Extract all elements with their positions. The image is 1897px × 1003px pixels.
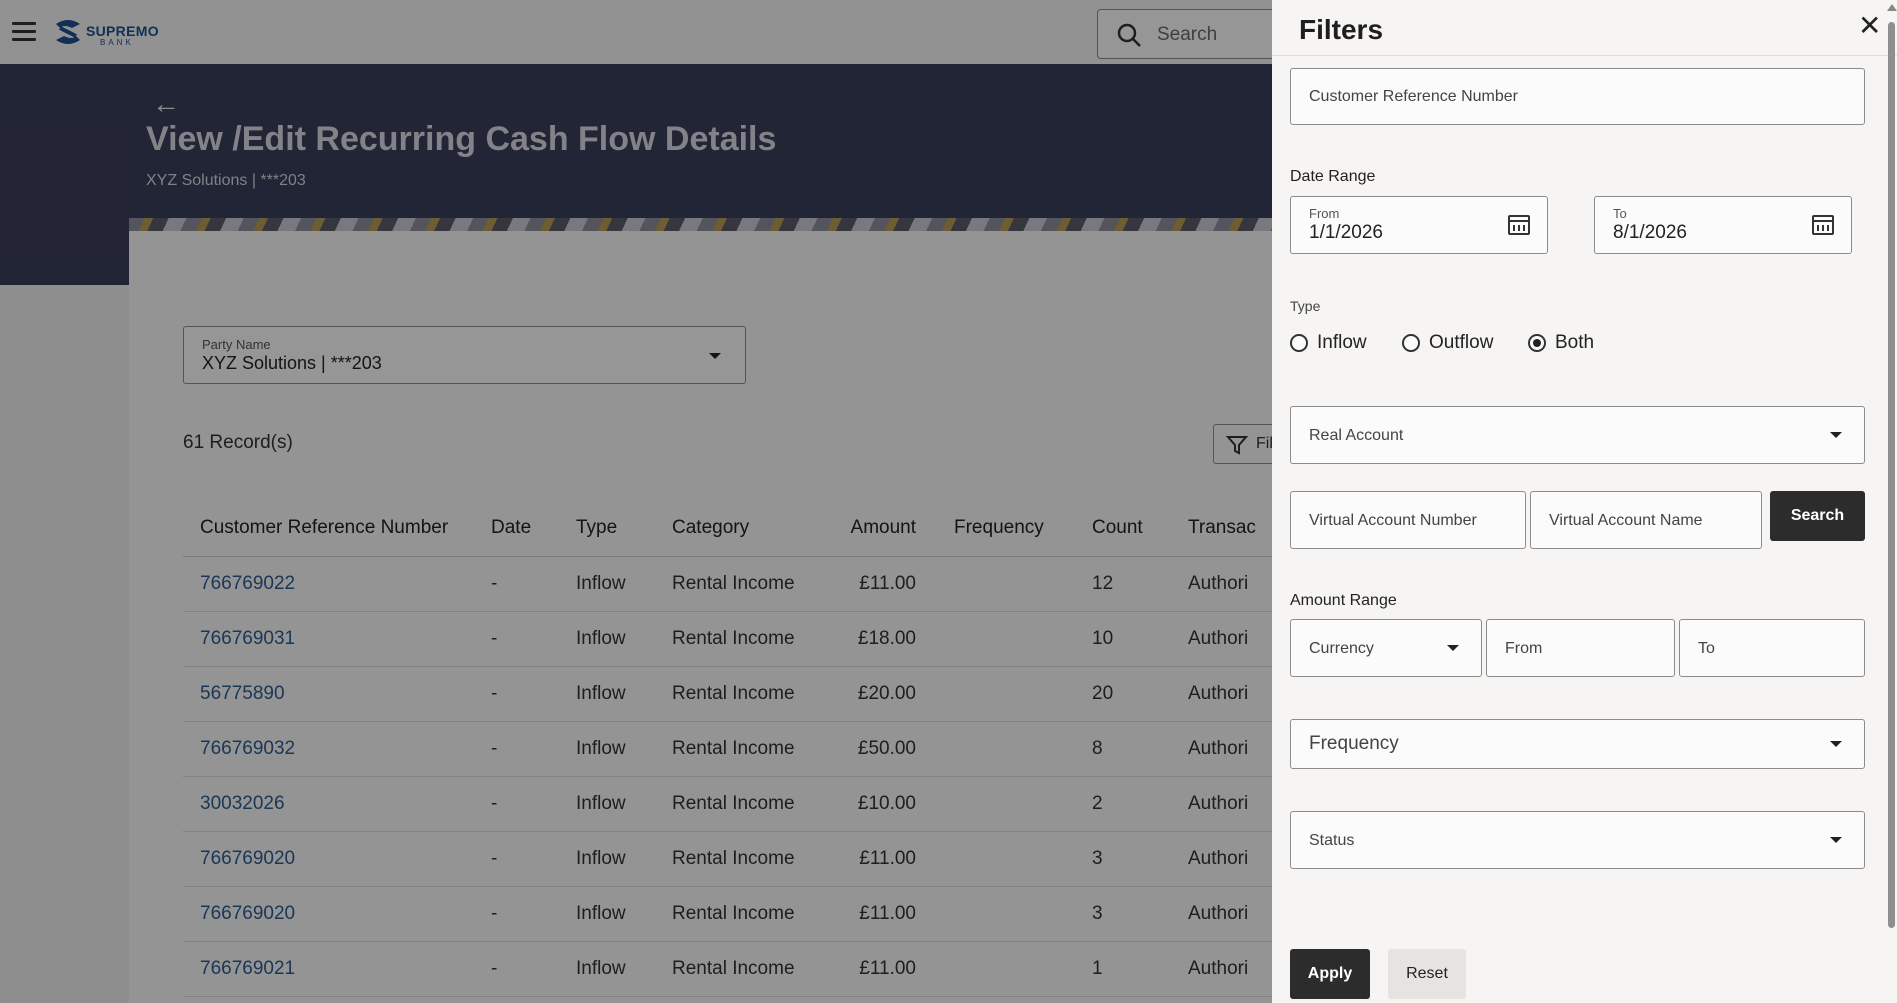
- customer-reference-input[interactable]: Customer Reference Number: [1290, 68, 1865, 125]
- close-icon[interactable]: ✕: [1858, 12, 1881, 40]
- frequency-placeholder: Frequency: [1309, 733, 1399, 754]
- amount-range-label: Amount Range: [1290, 592, 1397, 609]
- filters-header: Filters ✕: [1272, 0, 1897, 56]
- filters-panel: Filters ✕ Customer Reference Number Date…: [1272, 0, 1897, 1003]
- status-placeholder: Status: [1309, 832, 1355, 849]
- currency-select[interactable]: Currency: [1290, 619, 1482, 677]
- type-label: Type: [1290, 298, 1321, 314]
- account-search-button[interactable]: Search: [1770, 491, 1865, 541]
- date-from-input[interactable]: From 1/1/2026: [1290, 196, 1548, 254]
- radio-inflow-label: Inflow: [1317, 332, 1367, 353]
- filters-title: Filters: [1299, 14, 1384, 45]
- radio-inflow[interactable]: [1290, 334, 1308, 352]
- currency-placeholder: Currency: [1309, 640, 1374, 657]
- radio-both-label: Both: [1555, 332, 1595, 353]
- real-account-placeholder: Real Account: [1309, 427, 1404, 444]
- real-account-select[interactable]: Real Account: [1290, 406, 1865, 464]
- reset-button[interactable]: Reset: [1388, 949, 1466, 999]
- scroll-up-icon[interactable]: [1887, 4, 1897, 11]
- amount-from-placeholder: From: [1505, 640, 1543, 657]
- virtual-account-number-input[interactable]: Virtual Account Number: [1290, 491, 1526, 549]
- virtual-account-name-placeholder: Virtual Account Name: [1549, 512, 1703, 529]
- virtual-account-name-input[interactable]: Virtual Account Name: [1530, 491, 1762, 549]
- amount-to-placeholder: To: [1698, 640, 1715, 657]
- customer-reference-placeholder: Customer Reference Number: [1309, 88, 1518, 105]
- frequency-select[interactable]: Frequency: [1290, 719, 1865, 769]
- date-range-label: Date Range: [1290, 168, 1376, 185]
- date-from-value: 1/1/2026: [1309, 222, 1383, 243]
- date-to-label: To: [1613, 206, 1627, 221]
- apply-button[interactable]: Apply: [1290, 949, 1370, 999]
- amount-from-input[interactable]: From: [1486, 619, 1675, 677]
- chevron-down-icon: [1830, 432, 1842, 438]
- scrollbar[interactable]: [1888, 22, 1895, 928]
- amount-to-input[interactable]: To: [1679, 619, 1865, 677]
- status-select[interactable]: Status: [1290, 811, 1865, 869]
- date-to-input[interactable]: To 8/1/2026: [1594, 196, 1852, 254]
- radio-outflow-label: Outflow: [1429, 332, 1494, 353]
- chevron-down-icon: [1830, 741, 1842, 747]
- virtual-account-number-placeholder: Virtual Account Number: [1309, 512, 1477, 529]
- chevron-down-icon: [1447, 645, 1459, 651]
- date-to-value: 8/1/2026: [1613, 222, 1687, 243]
- radio-outflow[interactable]: [1402, 334, 1420, 352]
- calendar-icon[interactable]: [1812, 215, 1834, 235]
- chevron-down-icon: [1830, 837, 1842, 843]
- date-from-label: From: [1309, 206, 1340, 221]
- calendar-icon[interactable]: [1508, 215, 1530, 235]
- radio-both[interactable]: [1528, 334, 1546, 352]
